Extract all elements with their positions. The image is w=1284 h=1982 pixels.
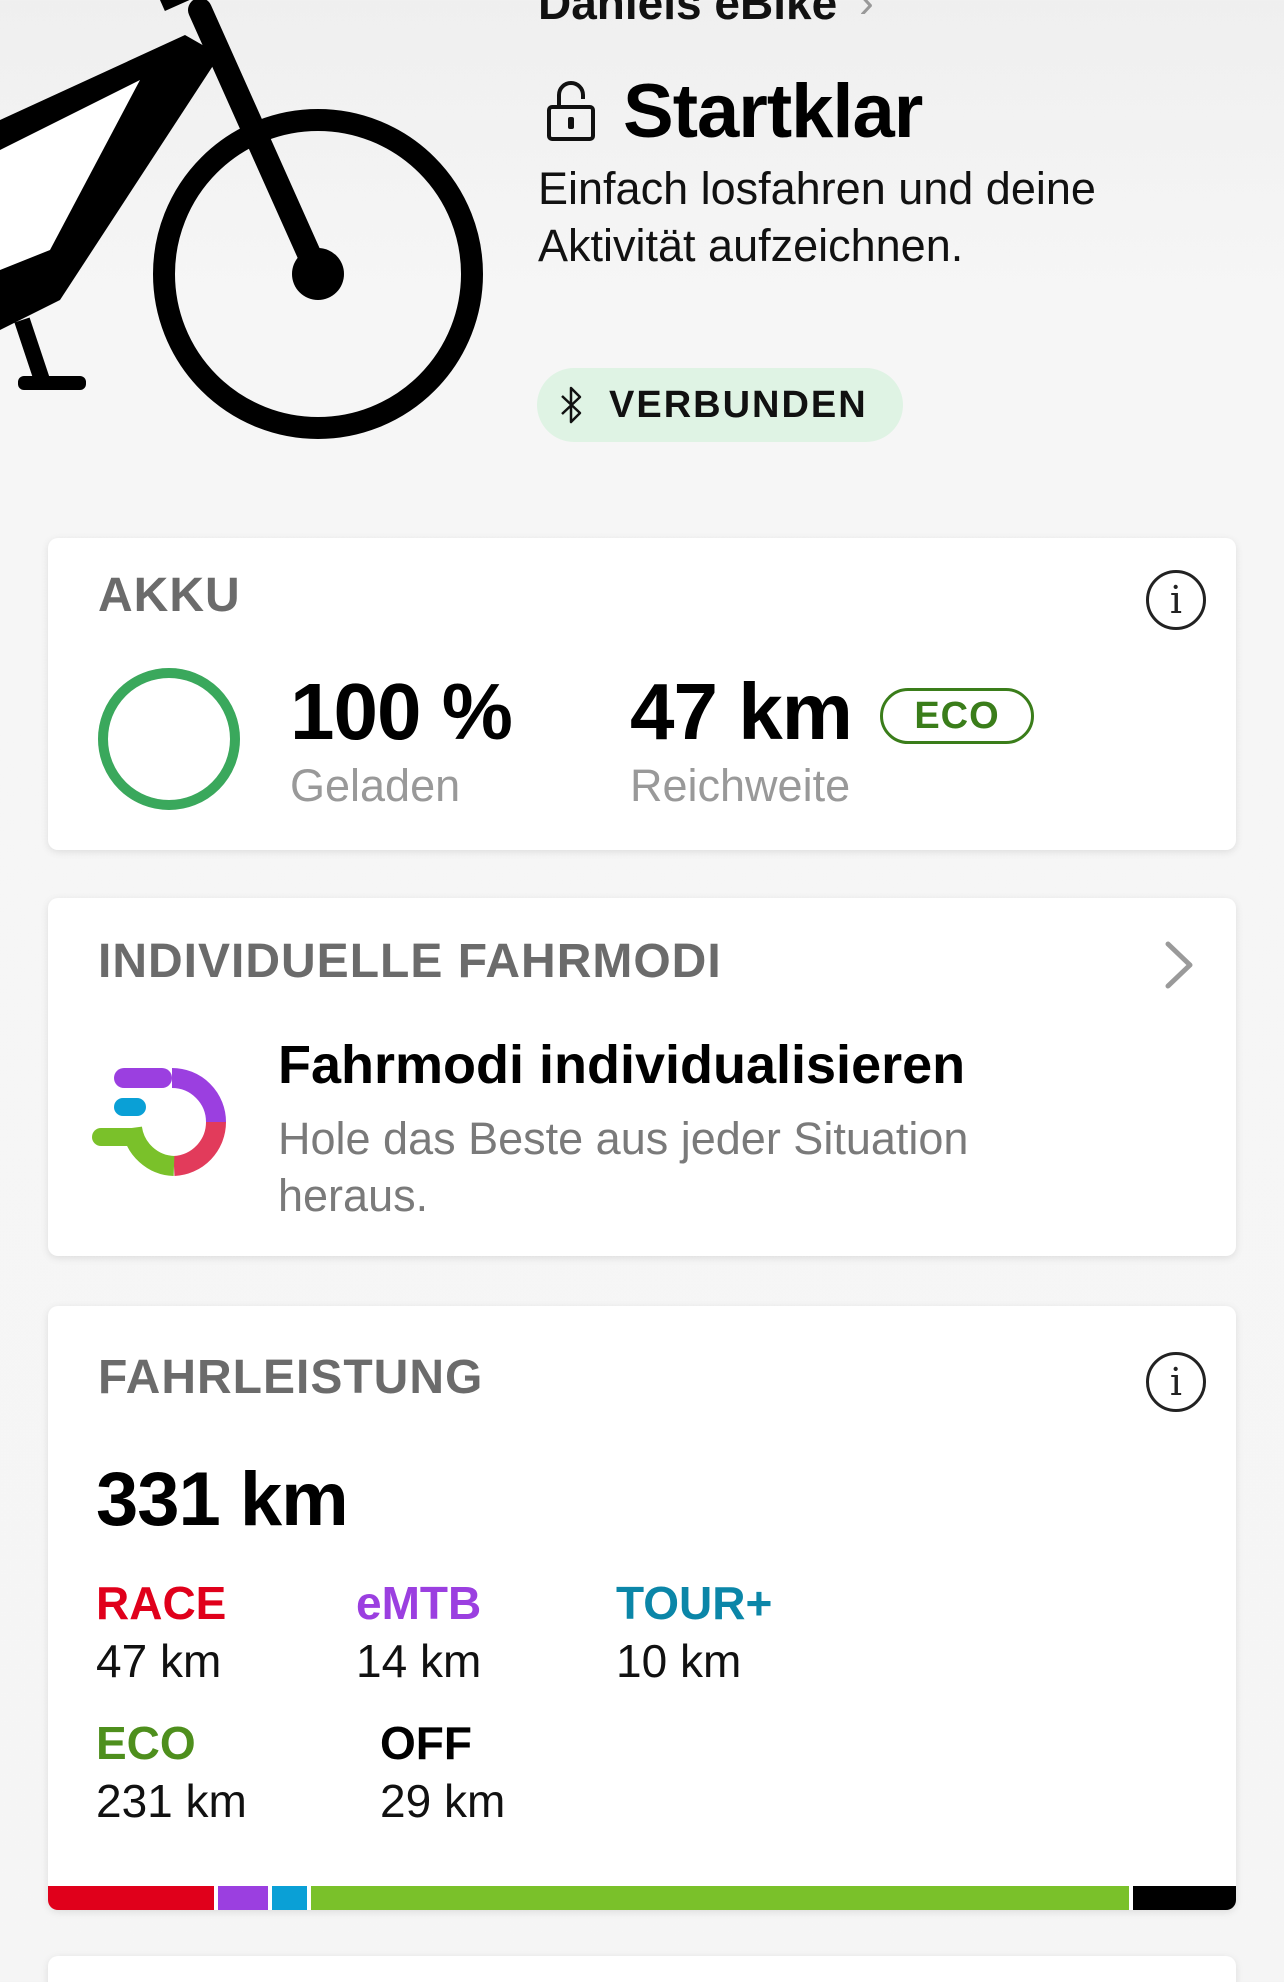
mode-name: eMTB (356, 1577, 482, 1629)
charge-label: Geladen (290, 760, 461, 811)
charge-stat: 100 % Geladen (290, 666, 513, 812)
bike-hero: Daniels eBike › Startklar Einfach losfah… (0, 0, 1284, 500)
mode-distance: 47 km (96, 1635, 222, 1687)
bike-name-link[interactable]: Daniels eBike › (538, 0, 874, 30)
mode-bar-segment (311, 1886, 1130, 1910)
mode-distance: 14 km (356, 1635, 482, 1687)
ride-modes-logo-icon (92, 1068, 227, 1176)
connection-status-badge: VERBUNDEN (537, 368, 903, 442)
status-title: Startklar (623, 69, 923, 154)
total-distance: 331 km (96, 1457, 349, 1542)
ride-modes-card-title: INDIVIDUELLE FAHRMODI (98, 935, 722, 988)
ride-modes-description: Hole das Beste aus jeder Situation herau… (278, 1113, 969, 1221)
battery-card-title: AKKU (98, 569, 241, 622)
range-mode-badge: ECO (880, 688, 1034, 744)
mode-stat-eco: ECO 231 km (96, 1716, 247, 1828)
mode-stat-race: RACE 47 km (96, 1576, 226, 1688)
unlocked-padlock-icon (547, 80, 595, 141)
status-description: Einfach losfahren und deine Aktivität au… (538, 163, 1096, 271)
battery-charge-ring (98, 668, 240, 810)
info-icon[interactable]: i (1146, 570, 1206, 630)
range-value: 47 km (630, 667, 853, 756)
mode-name: ECO (96, 1717, 196, 1769)
chevron-right-icon[interactable] (1162, 938, 1196, 992)
mode-name: TOUR+ (616, 1577, 773, 1629)
battery-card[interactable]: AKKU i 100 % Geladen 47 km Reichweite EC… (48, 538, 1236, 850)
range-stat: 47 km Reichweite (630, 666, 853, 812)
connection-label: VERBUNDEN (609, 383, 868, 426)
mode-stat-off: OFF 29 km (380, 1716, 505, 1828)
charge-value: 100 % (290, 667, 513, 756)
mode-distance: 29 km (380, 1775, 506, 1827)
chevron-right-icon: › (859, 0, 874, 27)
info-icon[interactable]: i (1146, 1352, 1206, 1412)
next-card (48, 1956, 1236, 1982)
mode-distance: 231 km (96, 1775, 247, 1827)
mode-distribution-bar (48, 1886, 1236, 1910)
performance-card-title: FAHRLEISTUNG (98, 1351, 484, 1404)
bike-name: Daniels eBike (538, 0, 838, 29)
mode-bar-segment (48, 1886, 215, 1910)
range-label: Reichweite (630, 760, 851, 811)
mode-distance: 10 km (616, 1635, 742, 1687)
bluetooth-icon (561, 386, 582, 424)
mode-stat-emtb: eMTB 14 km (356, 1576, 481, 1688)
mode-name: OFF (380, 1717, 472, 1769)
performance-card[interactable]: FAHRLEISTUNG i 331 km RACE 47 km eMTB 14… (48, 1306, 1236, 1910)
ebike-illustration (0, 0, 483, 439)
ride-modes-card[interactable]: INDIVIDUELLE FAHRMODI Fahrmodi individua… (48, 898, 1236, 1256)
status-row: Startklar (545, 68, 923, 155)
mode-bar-segment (218, 1886, 268, 1910)
mode-bar-segment (272, 1886, 308, 1910)
mode-name: RACE (96, 1577, 227, 1629)
mode-bar-segment (1133, 1886, 1236, 1910)
mode-stat-tour-plus: TOUR+ 10 km (616, 1576, 772, 1688)
ride-modes-headline: Fahrmodi individualisieren (278, 1035, 966, 1095)
